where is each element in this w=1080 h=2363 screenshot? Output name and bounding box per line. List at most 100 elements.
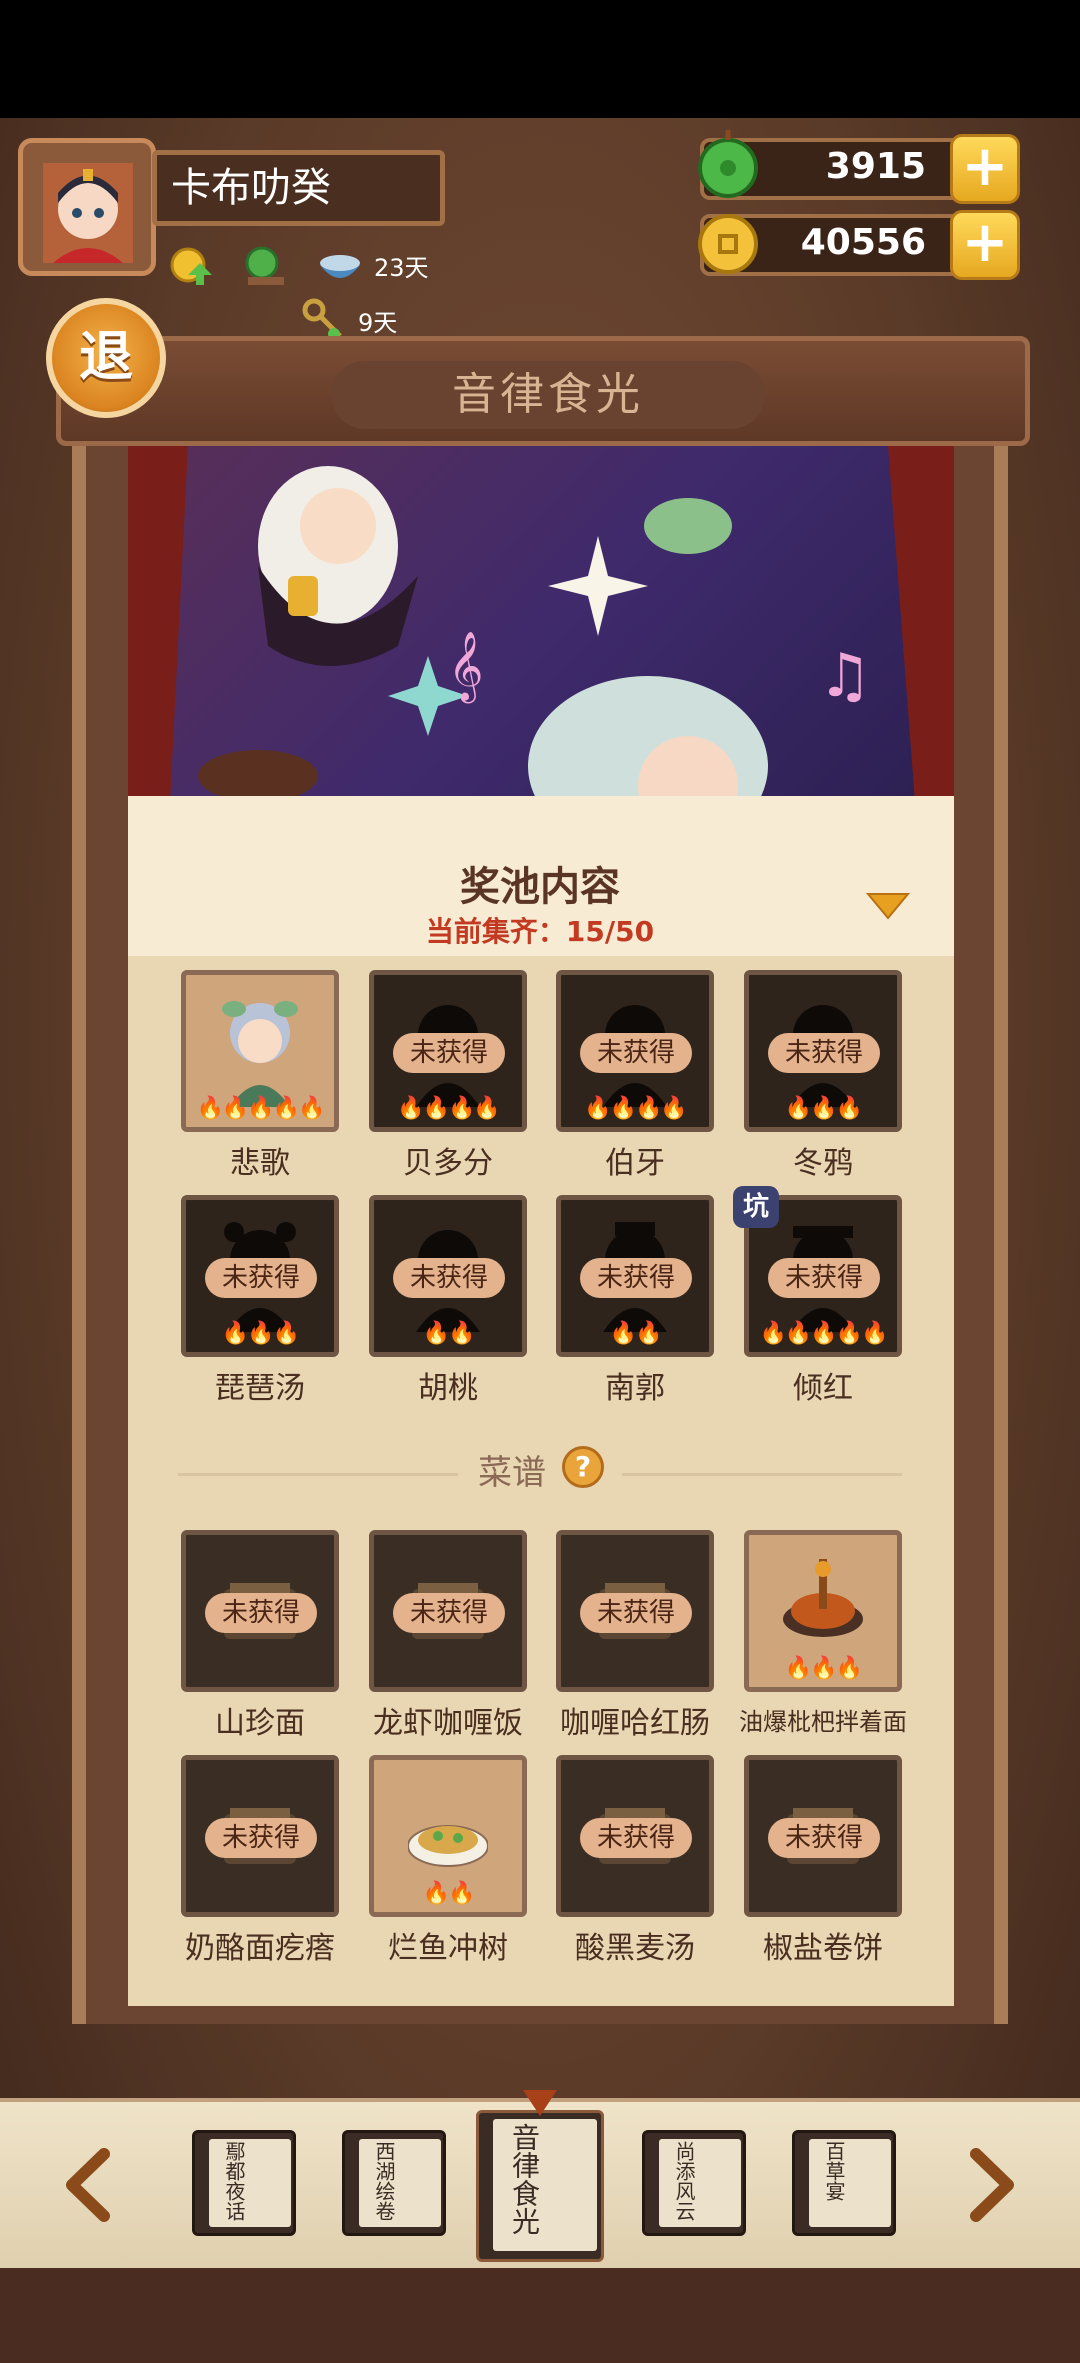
rarity-flames: 🔥🔥🔥🔥🔥 (196, 1096, 326, 1121)
recipe-name: 油爆枇杷拌着面 (739, 1708, 907, 1736)
rarity-flames: 🔥🔥🔥🔥 (584, 1096, 688, 1121)
recipe-name: 龙虾咖喱饭 (373, 1706, 523, 1741)
character-card-pipatang[interactable]: 未获得 🔥🔥🔥 (181, 1195, 339, 1357)
character-name: 冬鸦 (793, 1146, 853, 1181)
rarity-flames: 🔥🔥🔥 (784, 1096, 863, 1121)
rarity-flames: 🔥🔥🔥 (784, 1656, 863, 1681)
not-obtained-tag: 未获得 (393, 1258, 505, 1298)
character-name: 琵琶汤 (215, 1371, 305, 1406)
character-name: 伯牙 (605, 1146, 665, 1181)
title-bar: 音律食光 (56, 336, 1030, 446)
not-obtained-tag: 未获得 (205, 1818, 317, 1858)
character-card-hutao[interactable]: 未获得 🔥🔥 (369, 1195, 527, 1357)
active-tab-marker-icon (523, 2090, 557, 2116)
character-name: 南郭 (605, 1371, 665, 1406)
recipe-card-nailao[interactable]: 未获得 (181, 1755, 339, 1917)
back-button[interactable]: 退 (46, 298, 166, 418)
book-tab-5[interactable]: 百草宴 (792, 2130, 896, 2236)
coin-amount: 40556 (800, 222, 926, 263)
not-obtained-tag: 未获得 (580, 1593, 692, 1633)
character-beige-portrait-icon (222, 1001, 298, 1107)
character-name: 悲歌 (230, 1146, 290, 1181)
rarity-flames: 🔥🔥🔥 (221, 1321, 300, 1346)
svg-text:𝄞: 𝄞 (448, 631, 483, 703)
rarity-flames: 🔥🔥 (422, 1881, 476, 1906)
coin-currency: 40556 + (698, 210, 1020, 280)
not-obtained-tag: 未获得 (580, 1258, 692, 1298)
rarity-flames: 🔥🔥 (422, 1321, 476, 1346)
add-jade-button[interactable]: + (950, 134, 1020, 204)
book-title: 百草宴 (822, 2141, 846, 2201)
coin-buff-icon[interactable] (168, 243, 216, 287)
character-card-dongya[interactable]: 未获得 🔥🔥🔥 (744, 970, 902, 1132)
svg-text:♫: ♫ (818, 641, 872, 711)
next-arrow-icon[interactable] (970, 2148, 1016, 2222)
character-name: 贝多分 (403, 1146, 493, 1181)
jade-buff-icon[interactable] (242, 243, 290, 287)
buff-days-1: 23天 (374, 253, 429, 282)
bottom-strip (0, 2268, 1080, 2363)
dish-fish-icon (408, 1825, 488, 1867)
dish-pipa-noodle-icon (783, 1559, 863, 1637)
character-card-beige[interactable]: 🔥🔥🔥🔥🔥 (181, 970, 339, 1132)
add-coins-button[interactable]: + (950, 210, 1020, 280)
recipe-name: 烂鱼冲树 (388, 1931, 508, 1966)
recipe-card-jiaoyan[interactable]: 未获得 (744, 1755, 902, 1917)
recipe-name: 椒盐卷饼 (763, 1931, 883, 1966)
jade-icon (698, 130, 758, 198)
character-name: 倾红 (793, 1371, 853, 1406)
character-card-boya[interactable]: 未获得 🔥🔥🔥🔥 (556, 970, 714, 1132)
book-tab-1[interactable]: 鄢都夜话 (192, 2130, 296, 2236)
book-tab-active[interactable]: 音律食光 (476, 2110, 604, 2262)
divider-right (622, 1473, 902, 1476)
rarity-flames: 🔥🔥🔥🔥 (397, 1096, 501, 1121)
book-tab-4[interactable]: 尚添风云 (642, 2130, 746, 2236)
player-avatar[interactable] (18, 138, 156, 276)
book-title: 鄢都夜话 (222, 2141, 246, 2221)
recipe-name: 咖喱哈红肠 (560, 1706, 710, 1741)
recipes-title: 菜谱 (478, 1453, 546, 1493)
not-obtained-tag: 未获得 (205, 1593, 317, 1633)
buff-row: 23天 (168, 240, 429, 290)
character-card-beiduofen[interactable]: 未获得 🔥🔥🔥🔥 (369, 970, 527, 1132)
buff-days-2: 9天 (358, 308, 398, 337)
not-obtained-tag: 未获得 (205, 1258, 317, 1298)
pit-badge: 坑 (733, 1186, 779, 1228)
character-card-nanguo[interactable]: 未获得 🔥🔥 (556, 1195, 714, 1357)
book-title: 尚添风云 (672, 2141, 696, 2221)
collect-progress: 当前集齐：15/50 (425, 915, 655, 948)
avatar-portrait-icon (43, 163, 133, 263)
recipe-card-suanheimai[interactable]: 未获得 (556, 1755, 714, 1917)
prev-arrow-icon[interactable] (64, 2148, 110, 2222)
book-title: 西湖绘卷 (372, 2141, 396, 2221)
not-obtained-tag: 未获得 (580, 1033, 692, 1073)
recipe-name: 酸黑麦汤 (575, 1931, 695, 1966)
collapse-toggle-icon[interactable] (866, 890, 910, 920)
book-tab-2[interactable]: 西湖绘卷 (342, 2130, 446, 2236)
rarity-flames: 🔥🔥🔥🔥🔥 (759, 1321, 889, 1346)
not-obtained-tag: 未获得 (768, 1258, 880, 1298)
banner-illustration: 𝄞 ♫ (128, 446, 954, 842)
jade-currency: 3915 + (698, 130, 1020, 204)
character-name: 胡桃 (418, 1371, 478, 1406)
divider-left (178, 1473, 458, 1476)
not-obtained-tag: 未获得 (768, 1818, 880, 1858)
player-name: 卡布叻癸 (152, 150, 445, 226)
recipe-card-gali[interactable]: 未获得 (556, 1530, 714, 1692)
status-bar-area (0, 0, 1080, 118)
help-icon[interactable]: ? (562, 1446, 604, 1488)
recipe-card-longxia[interactable]: 未获得 (369, 1530, 527, 1692)
book-title: 音律食光 (508, 2123, 541, 2235)
not-obtained-tag: 未获得 (580, 1818, 692, 1858)
jade-amount: 3915 (825, 146, 926, 187)
recipe-card-shanzhenmian[interactable]: 未获得 (181, 1530, 339, 1692)
not-obtained-tag: 未获得 (393, 1593, 505, 1633)
bowl-buff-icon[interactable] (316, 243, 364, 287)
recipe-name: 山珍面 (215, 1706, 305, 1741)
coin-icon (698, 214, 758, 274)
recipe-card-youbao[interactable]: 🔥🔥🔥 (744, 1530, 902, 1692)
recipe-name: 奶酪面疙瘩 (185, 1931, 335, 1966)
rarity-flames: 🔥🔥 (609, 1321, 663, 1346)
recipe-card-lanyu[interactable]: 🔥🔥 (369, 1755, 527, 1917)
page-title: 音律食光 (331, 361, 765, 429)
